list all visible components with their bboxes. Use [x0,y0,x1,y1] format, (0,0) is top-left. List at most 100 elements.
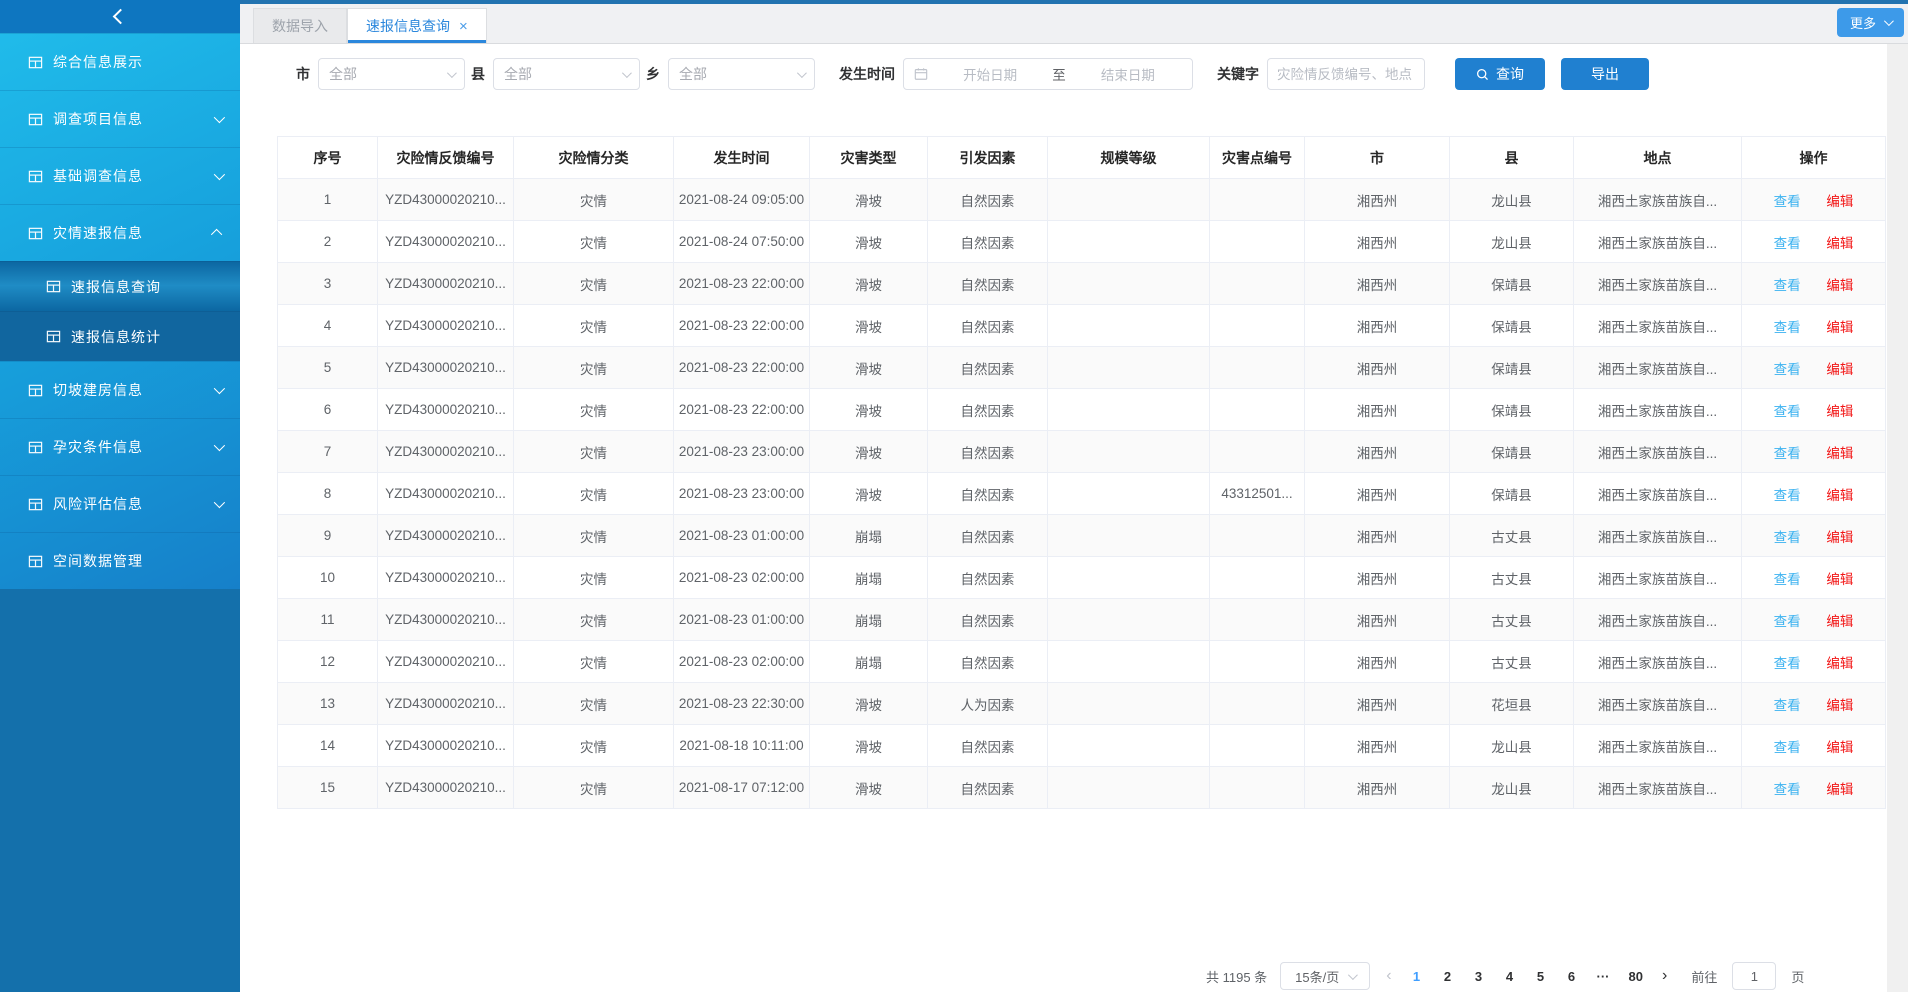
sidebar-item[interactable]: 调查项目信息 [0,90,240,147]
cell-scale-level [1048,683,1210,725]
view-link[interactable]: 查看 [1774,278,1801,293]
cell-city: 湘西州 [1305,725,1450,767]
cell-scale-level [1048,725,1210,767]
end-date-placeholder[interactable]: 结束日期 [1074,64,1182,84]
sidebar-item[interactable]: 灾情速报信息 [0,204,240,261]
page-number[interactable]: 6 [1566,969,1578,984]
filter-select[interactable]: 全部 [318,58,465,90]
sidebar-item[interactable]: 基础调查信息 [0,147,240,204]
cell-category: 灾情 [514,179,674,221]
table-header-cell: 县 [1450,137,1574,179]
sidebar-item[interactable]: 综合信息展示 [0,33,240,90]
view-link[interactable]: 查看 [1774,488,1801,503]
edit-link[interactable]: 编辑 [1826,404,1853,419]
cell-actions: 查看 编辑 [1742,431,1886,473]
cell-seq: 13 [278,683,378,725]
tab[interactable]: 数据导入 × [253,8,347,43]
cell-occur-time: 2021-08-23 22:00:00 [674,305,810,347]
next-page-arrow[interactable]: › [1659,967,1670,985]
cell-point-code [1210,641,1305,683]
page-size-select[interactable]: 15条/页 [1280,962,1370,990]
view-link[interactable]: 查看 [1774,320,1801,335]
cell-feedback-code: YZD43000020210... [378,347,514,389]
export-button[interactable]: 导出 [1561,58,1649,90]
tab-close-icon[interactable]: × [459,19,468,34]
filter-select-group: 乡 全部 [646,58,815,90]
cell-seq: 11 [278,599,378,641]
date-range-picker[interactable]: 开始日期 至 结束日期 [903,58,1193,90]
edit-link[interactable]: 编辑 [1826,698,1853,713]
view-link[interactable]: 查看 [1774,698,1801,713]
edit-link[interactable]: 编辑 [1826,530,1853,545]
edit-link[interactable]: 编辑 [1826,362,1853,377]
chevron-down-icon [1884,16,1894,26]
cell-city: 湘西州 [1305,641,1450,683]
cell-occur-time: 2021-08-23 22:00:00 [674,389,810,431]
page-number[interactable]: 1 [1411,969,1423,984]
table-row: 9 YZD43000020210... 灾情 2021-08-23 01:00:… [278,515,1886,557]
sidebar-item[interactable]: 速报信息查询 [0,261,240,311]
page-number[interactable]: 80 [1629,969,1643,984]
view-link[interactable]: 查看 [1774,404,1801,419]
edit-link[interactable]: 编辑 [1826,740,1853,755]
cell-county: 保靖县 [1450,347,1574,389]
table-row: 3 YZD43000020210... 灾情 2021-08-23 22:00:… [278,263,1886,305]
sidebar-item[interactable]: 切坡建房信息 [0,361,240,418]
cell-seq: 4 [278,305,378,347]
edit-link[interactable]: 编辑 [1826,278,1853,293]
edit-link[interactable]: 编辑 [1826,320,1853,335]
edit-link[interactable]: 编辑 [1826,656,1853,671]
date-separator: 至 [1052,64,1066,84]
jump-page-input[interactable] [1732,962,1776,990]
sidebar-item[interactable]: 孕灾条件信息 [0,418,240,475]
cell-point-code [1210,221,1305,263]
sidebar-item[interactable]: 风险评估信息 [0,475,240,532]
edit-link[interactable]: 编辑 [1826,236,1853,251]
query-button[interactable]: 查询 [1455,58,1545,90]
edit-link[interactable]: 编辑 [1826,488,1853,503]
view-link[interactable]: 查看 [1774,446,1801,461]
page-number[interactable]: 4 [1504,969,1516,984]
page-number[interactable]: 5 [1535,969,1547,984]
cell-county: 保靖县 [1450,431,1574,473]
sidebar-collapse-button[interactable] [0,0,240,33]
table-header-cell: 规模等级 [1048,137,1210,179]
sidebar-item[interactable]: 速报信息统计 [0,311,240,361]
edit-link[interactable]: 编辑 [1826,782,1853,797]
edit-link[interactable]: 编辑 [1826,446,1853,461]
view-link[interactable]: 查看 [1774,782,1801,797]
report-table: 序号 灾险情反馈编号 灾险情分类 发生时间 灾害类型 引发因素 规模等级 灾害 [277,136,1886,809]
sidebar-item[interactable]: 空间数据管理 [0,532,240,589]
prev-page-arrow[interactable]: ‹ [1383,967,1394,985]
cell-county: 保靖县 [1450,263,1574,305]
view-link[interactable]: 查看 [1774,362,1801,377]
tab-content: 市 全部 县 全部 [240,44,1908,992]
view-link[interactable]: 查看 [1774,656,1801,671]
view-link[interactable]: 查看 [1774,530,1801,545]
keyword-input[interactable] [1267,58,1425,90]
cell-feedback-code: YZD43000020210... [378,641,514,683]
edit-link[interactable]: 编辑 [1826,614,1853,629]
filter-select[interactable]: 全部 [493,58,640,90]
cell-county: 古丈县 [1450,557,1574,599]
cell-cause: 自然因素 [928,347,1048,389]
tab[interactable]: 速报信息查询 × [347,8,487,43]
view-link[interactable]: 查看 [1774,614,1801,629]
view-link[interactable]: 查看 [1774,740,1801,755]
edit-link[interactable]: 编辑 [1826,194,1853,209]
more-button[interactable]: 更多 [1837,8,1904,37]
edit-link[interactable]: 编辑 [1826,572,1853,587]
cell-actions: 查看 编辑 [1742,263,1886,305]
table-row: 15 YZD43000020210... 灾情 2021-08-17 07:12… [278,767,1886,809]
view-link[interactable]: 查看 [1774,194,1801,209]
page-number[interactable]: ··· [1597,969,1610,984]
right-gutter [1887,44,1908,992]
start-date-placeholder[interactable]: 开始日期 [936,64,1044,84]
view-link[interactable]: 查看 [1774,572,1801,587]
view-link[interactable]: 查看 [1774,236,1801,251]
filter-select[interactable]: 全部 [668,58,815,90]
cell-scale-level [1048,389,1210,431]
page-number[interactable]: 3 [1473,969,1485,984]
grid-icon [28,112,43,127]
page-number[interactable]: 2 [1442,969,1454,984]
